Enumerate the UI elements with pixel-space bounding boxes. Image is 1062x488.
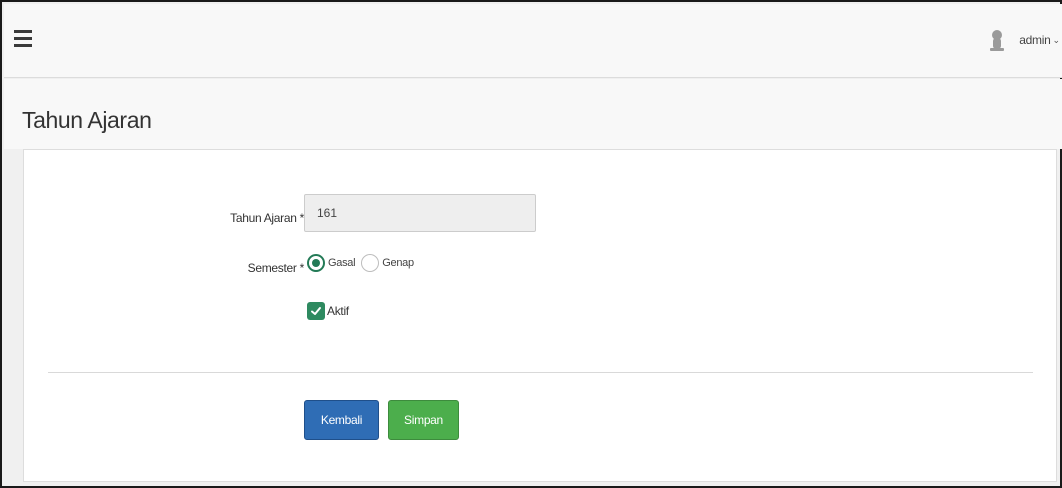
page-header: Tahun Ajaran — [4, 79, 1062, 149]
aktif-checkbox[interactable] — [307, 302, 325, 320]
form-panel: Tahun Ajaran * Semester * Gasal Genap Ak… — [23, 149, 1057, 482]
simpan-button[interactable]: Simpan — [388, 400, 459, 440]
aktif-label: Aktif — [327, 304, 349, 318]
user-menu[interactable]: admin ⌄ — [987, 28, 1062, 52]
user-name: admin — [1019, 33, 1051, 47]
page-title: Tahun Ajaran — [22, 107, 152, 133]
hamburger-menu-icon[interactable] — [14, 30, 32, 48]
form-divider — [48, 372, 1033, 373]
semester-label: Semester * — [247, 261, 305, 275]
semester-option-genap-label: Genap — [382, 257, 414, 269]
top-navbar: admin ⌄ — [4, 4, 1062, 78]
aktif-checkbox-row: Aktif — [307, 301, 349, 321]
app-window: admin ⌄ Tahun Ajaran Tahun Ajaran * Seme… — [0, 0, 1062, 488]
checkmark-icon — [311, 307, 321, 315]
semester-radio-group: Gasal Genap — [307, 252, 414, 274]
chevron-down-icon: ⌄ — [1052, 34, 1060, 45]
semester-option-gasal-label: Gasal — [328, 257, 356, 269]
tahun-ajaran-label: Tahun Ajaran * — [230, 211, 304, 225]
semester-radio-genap[interactable] — [361, 254, 380, 272]
semester-radio-gasal[interactable] — [307, 254, 325, 272]
kembali-button[interactable]: Kembali — [304, 400, 379, 440]
tahun-ajaran-input[interactable] — [304, 194, 536, 232]
user-silhouette-icon — [990, 30, 1005, 51]
